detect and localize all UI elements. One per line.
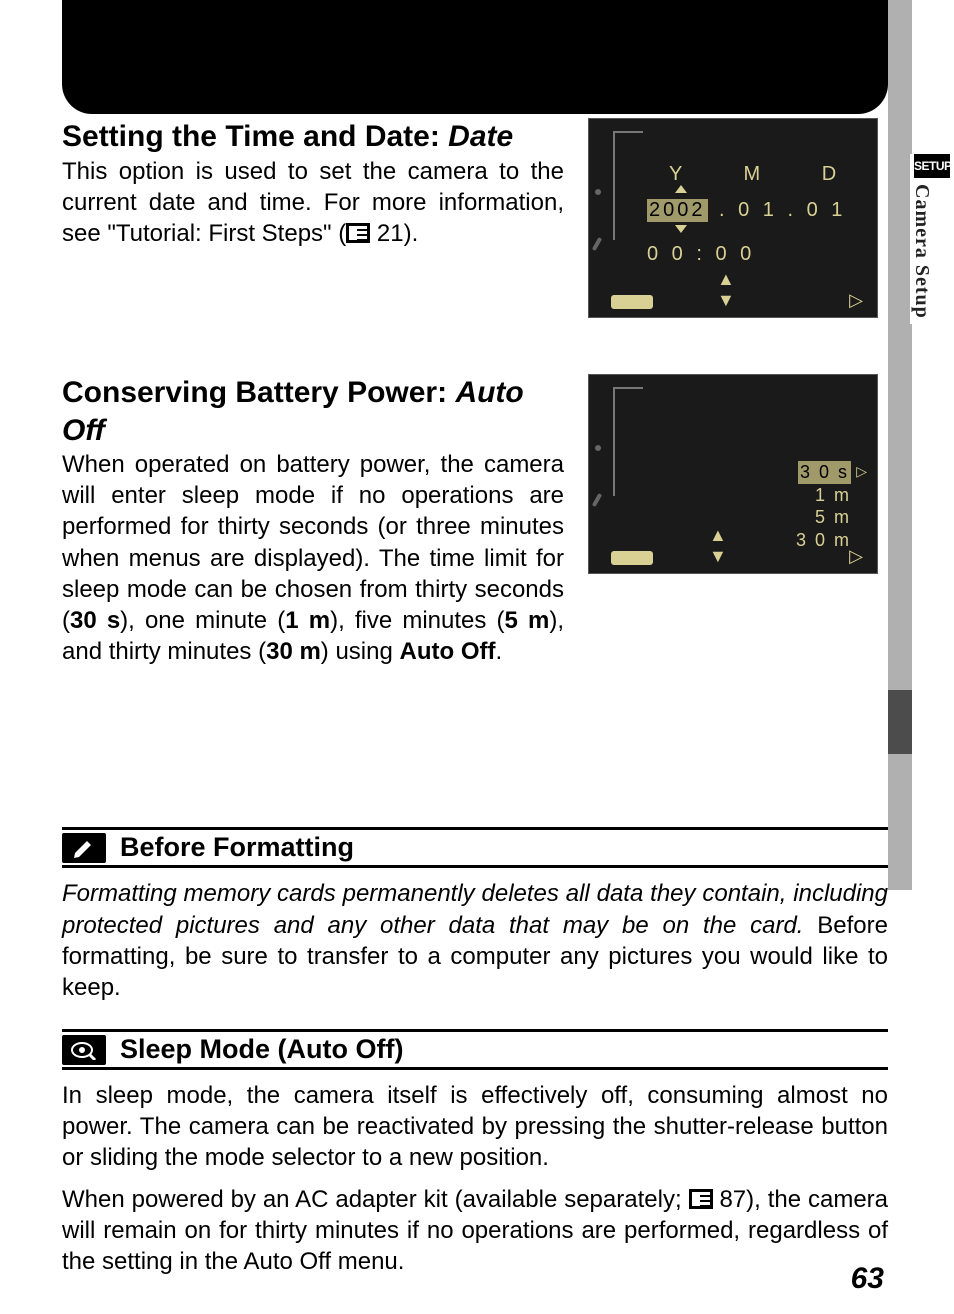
nav-updown-icon: ▲▼ — [717, 269, 735, 311]
camera-screen-date: Y M D 2002 . 0 1 . 0 1 0 0 : 0 0 ▲▼ ▷ — [588, 118, 878, 318]
autooff-option-5m[interactable]: 5 m — [815, 507, 851, 527]
note-before-formatting-heading: Before Formatting — [62, 827, 888, 868]
autooff-option-30s[interactable]: 3 0 s — [798, 461, 851, 484]
time-display: 0 0 : 0 0 — [647, 243, 755, 266]
side-tab-label: Camera Setup — [910, 184, 933, 319]
nav-right-icon: ▷ — [849, 546, 863, 567]
autooff-option-1m[interactable]: 1 m — [815, 485, 851, 505]
page-ref-icon — [689, 1189, 713, 1209]
menu-button-icon[interactable] — [611, 295, 653, 309]
option-select-icon: ▷ — [856, 463, 867, 480]
up-arrow-icon — [675, 185, 687, 193]
menu-button-icon[interactable] — [611, 551, 653, 565]
page-number: 63 — [851, 1262, 884, 1296]
autooff-options[interactable]: 3 0 s 1 m 5 m 3 0 m — [796, 461, 851, 551]
eye-icon — [62, 1035, 106, 1065]
gutter-dark-chunk — [888, 690, 912, 754]
autooff-body: When operated on battery power, the came… — [62, 449, 564, 667]
pencil-icon — [62, 833, 106, 863]
date-body: This option is used to set the camera to… — [62, 156, 564, 250]
page-ref-icon — [346, 223, 370, 243]
gutter-gray — [888, 0, 912, 890]
autooff-option-30m[interactable]: 3 0 m — [796, 530, 851, 550]
month-day: . 0 1 . 0 1 — [719, 199, 846, 222]
camera-screen-autooff: 3 0 s 1 m 5 m 3 0 m ▷ ▲▼ ▷ — [588, 374, 878, 574]
heading-date: Setting the Time and Date: Date — [62, 118, 564, 156]
heading-autooff: Conserving Battery Power: Auto Off — [62, 374, 564, 449]
down-arrow-icon — [675, 225, 687, 233]
nav-updown-icon: ▲▼ — [709, 525, 727, 567]
nav-right-icon: ▷ — [849, 290, 863, 311]
note2-body-2: When powered by an AC adapter kit (avail… — [62, 1184, 888, 1278]
year-field[interactable]: 2002 — [647, 199, 708, 222]
setup-icon: SETUP — [914, 154, 950, 178]
ymd-labels: Y M D — [669, 163, 864, 186]
note2-body-1: In sleep mode, the camera itself is effe… — [62, 1080, 888, 1174]
note1-body: Formatting memory cards permanently dele… — [62, 878, 888, 1003]
note-sleep-mode-heading: Sleep Mode (Auto Off) — [62, 1029, 888, 1070]
side-tab: SETUP Camera Setup — [910, 154, 954, 324]
top-black-bar — [62, 0, 888, 114]
